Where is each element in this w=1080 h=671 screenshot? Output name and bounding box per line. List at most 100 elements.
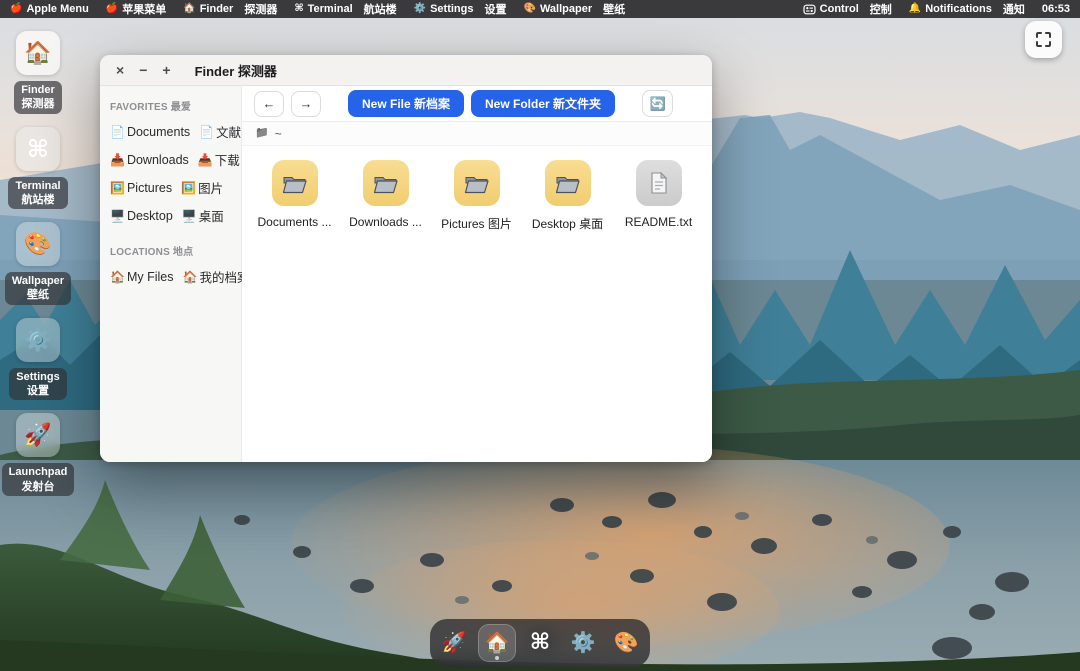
terminal-icon: ⌘	[530, 632, 550, 654]
finder-icon: 🏠	[183, 4, 195, 14]
window-body: FAVORITES 最爱 📄 Documents 📄文献 📥 Downloads…	[100, 86, 712, 462]
menubar-label-zh: 通知	[1003, 1, 1025, 17]
folder-icon	[272, 160, 318, 206]
window-titlebar[interactable]: × − + Finder 探测器	[100, 55, 712, 86]
sidebar-label-zh: 桌面	[199, 206, 224, 225]
fullscreen-button[interactable]	[1025, 21, 1062, 58]
menubar-item-apple-menu[interactable]: 🍎 Apple Menu	[10, 3, 89, 15]
sidebar-label: Pictures	[127, 181, 172, 195]
menubar-item-notifications[interactable]: 🔔 Notifications 通知	[909, 1, 1025, 17]
menu-bar: 🍎 Apple Menu 🍎 苹果菜单 🏠 Finder 探测器 ⌘ Termi…	[0, 0, 1080, 18]
apple-icon: 🍎	[10, 4, 22, 14]
sidebar-item-pictures[interactable]: 🖼️ Pictures 🖼️图片	[110, 178, 231, 197]
folder-icon	[454, 160, 500, 206]
finder-icon: 🏠	[16, 31, 60, 75]
folder-icon	[363, 160, 409, 206]
desktop-icon-label: Finder探测器	[14, 81, 62, 114]
finder-window: × − + Finder 探测器 FAVORITES 最爱 📄 Document…	[100, 55, 712, 462]
folder-icon	[545, 160, 591, 206]
sidebar-item-my-files[interactable]: 🏠 My Files 🏠我的档案	[110, 267, 231, 286]
file-label: Documents ...	[257, 215, 331, 229]
file-grid: Documents ... Downloads ...	[242, 146, 712, 232]
sidebar-label-zh: 下载	[215, 150, 240, 169]
menubar-label: Finder	[200, 3, 234, 15]
menubar-item-apple-menu-zh[interactable]: 🍎 苹果菜单	[106, 1, 166, 17]
minimize-button[interactable]: −	[139, 63, 147, 77]
wallpaper-icon: 🎨	[614, 633, 639, 653]
file-item-documents[interactable]: Documents ...	[249, 160, 340, 232]
menubar-label: Control	[820, 3, 859, 15]
pictures-icon: 🖼️	[181, 182, 196, 194]
wallpaper-icon: 🎨	[524, 4, 536, 14]
launchpad-icon: 🚀	[16, 413, 60, 457]
dock-item-finder[interactable]: 🏠	[478, 624, 516, 662]
settings-icon: ⚙️	[414, 4, 426, 14]
menubar-label-zh: 探测器	[244, 1, 277, 17]
menubar-label: Notifications	[925, 3, 992, 15]
document-icon: 📄	[199, 126, 214, 138]
file-label: Pictures 图片	[441, 215, 512, 232]
file-item-readme[interactable]: README.txt	[613, 160, 704, 232]
desktop-icon-column: 🏠 Finder探测器 ⌘ Terminal航站楼 🎨 Wallpaper壁纸 …	[6, 31, 70, 509]
menubar-label: Terminal	[308, 3, 353, 15]
desktop-icon-label: Settings设置	[9, 368, 66, 401]
new-file-button[interactable]: New File 新档案	[348, 90, 464, 117]
sidebar-item-desktop[interactable]: 🖥️ Desktop 🖥️桌面	[110, 206, 231, 225]
desktop-icon-label: Terminal航站楼	[8, 177, 67, 210]
menubar-item-terminal[interactable]: ⌘ Terminal 航站楼	[294, 1, 396, 17]
menubar-label: Apple Menu	[26, 3, 88, 15]
finder-sidebar: FAVORITES 最爱 📄 Documents 📄文献 📥 Downloads…	[100, 86, 242, 462]
wallpaper-icon: 🎨	[16, 222, 60, 266]
desktop-icon-wallpaper[interactable]: 🎨 Wallpaper壁纸	[6, 222, 70, 305]
menubar-label-zh: 设置	[485, 1, 507, 17]
clock-text: 06:53	[1042, 3, 1070, 15]
new-folder-button[interactable]: New Folder 新文件夹	[471, 90, 615, 117]
downloads-icon: 📥	[110, 154, 125, 166]
sidebar-item-downloads[interactable]: 📥 Downloads 📥下载	[110, 150, 231, 169]
document-icon: 📄	[110, 126, 125, 138]
terminal-icon: ⌘	[294, 4, 303, 14]
file-item-desktop[interactable]: Desktop 桌面	[522, 160, 613, 232]
menubar-item-settings[interactable]: ⚙️ Settings 设置	[414, 1, 507, 17]
sidebar-label: Downloads	[127, 153, 189, 167]
sidebar-label-zh: 文献	[216, 122, 241, 141]
locations-header: LOCATIONS 地点	[110, 243, 231, 258]
path-bar[interactable]: 📁 ~	[242, 122, 712, 146]
desktop-icon-launchpad[interactable]: 🚀 Launchpad发射台	[6, 413, 70, 496]
menubar-item-control[interactable]: Control 控制	[803, 1, 892, 17]
menubar-label: Wallpaper	[540, 3, 592, 15]
dock-item-wallpaper[interactable]: 🎨	[607, 624, 645, 662]
dock-item-launchpad[interactable]: 🚀	[435, 624, 473, 662]
refresh-button[interactable]: 🔄	[642, 90, 673, 117]
window-controls: × − +	[116, 63, 171, 77]
close-button[interactable]: ×	[116, 63, 124, 77]
desktop-icon-label: Wallpaper壁纸	[5, 272, 71, 305]
desktop-icon-terminal[interactable]: ⌘ Terminal航站楼	[6, 127, 70, 210]
maximize-button[interactable]: +	[162, 63, 170, 77]
back-button[interactable]: ←	[254, 91, 284, 117]
menubar-item-wallpaper[interactable]: 🎨 Wallpaper 壁纸	[524, 1, 626, 17]
file-item-downloads[interactable]: Downloads ...	[340, 160, 431, 232]
dock-item-terminal[interactable]: ⌘	[521, 624, 559, 662]
menubar-label-zh: 壁纸	[603, 1, 625, 17]
refresh-icon: 🔄	[649, 96, 665, 112]
bell-icon: 🔔	[909, 4, 921, 14]
sidebar-label: Desktop	[127, 209, 173, 223]
menubar-item-finder[interactable]: 🏠 Finder 探测器	[183, 1, 277, 17]
desktop-icon: 🖥️	[182, 210, 197, 222]
desktop-icon: 🖥️	[110, 210, 125, 222]
downloads-icon: 📥	[198, 154, 213, 166]
desktop-icon-finder[interactable]: 🏠 Finder探测器	[6, 31, 70, 114]
forward-button[interactable]: →	[291, 91, 321, 117]
file-label: Downloads ...	[349, 215, 422, 229]
folder-icon: 📁	[255, 128, 269, 139]
dock-item-settings[interactable]: ⚙️	[564, 624, 602, 662]
window-title: Finder 探测器	[195, 61, 277, 80]
file-item-pictures[interactable]: Pictures 图片	[431, 160, 522, 232]
control-center-icon	[803, 3, 816, 16]
sidebar-item-documents[interactable]: 📄 Documents 📄文献	[110, 122, 231, 141]
desktop-icon-label: Launchpad发射台	[2, 463, 75, 496]
sidebar-label: Documents	[127, 125, 190, 139]
launchpad-icon: 🚀	[442, 633, 467, 653]
desktop-icon-settings[interactable]: ⚙️ Settings设置	[6, 318, 70, 401]
